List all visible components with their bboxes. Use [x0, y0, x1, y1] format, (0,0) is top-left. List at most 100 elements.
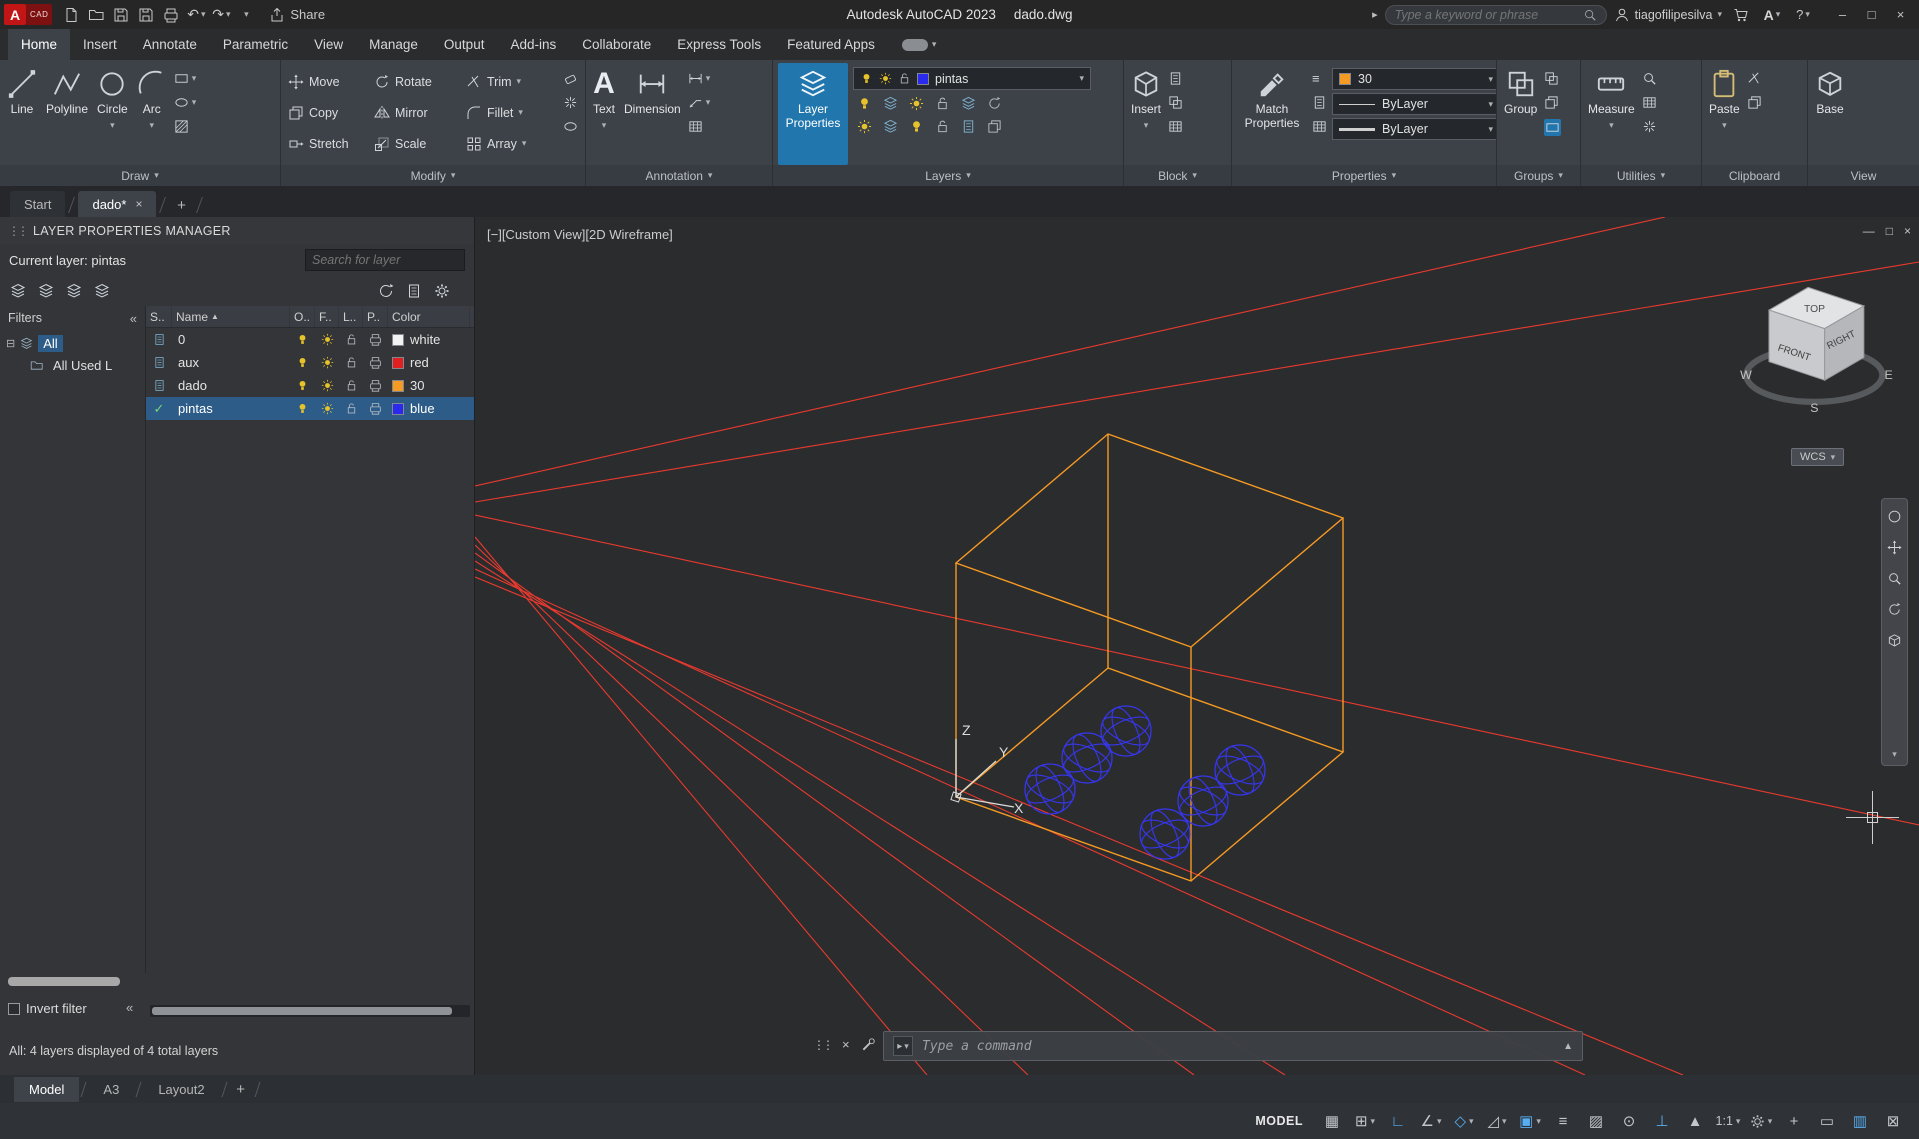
panel-label-groups[interactable]: Groups▾: [1497, 165, 1580, 186]
layer-unisolate-tool[interactable]: [883, 119, 898, 134]
snap-mode-icon[interactable]: ⊞▾: [1351, 1108, 1379, 1134]
layer-row-pintas[interactable]: ✓ pintas blue Co: [146, 397, 474, 420]
close-button[interactable]: ×: [1886, 2, 1915, 28]
ellipse-tool[interactable]: ▾: [174, 95, 197, 110]
collapse-filters-icon[interactable]: «: [126, 1000, 133, 1015]
command-line[interactable]: ▸▾ Type a command ▲: [883, 1031, 1583, 1061]
layer-color-cell[interactable]: white: [388, 332, 470, 347]
collapse-filters-icon[interactable]: «: [130, 311, 137, 326]
wcs-dropdown[interactable]: WCS▾: [1791, 448, 1844, 466]
leader-tool[interactable]: ▾: [688, 95, 711, 110]
layer-merge-tool[interactable]: [987, 119, 1002, 134]
column-color[interactable]: Color: [388, 306, 470, 327]
tab-express-tools[interactable]: Express Tools: [664, 29, 774, 60]
layer-row-0[interactable]: 0 white Co: [146, 328, 474, 351]
layer-plot-icon[interactable]: [363, 402, 388, 415]
tab-output[interactable]: Output: [431, 29, 498, 60]
trim-tool[interactable]: Trim▾: [464, 74, 558, 90]
layer-plot-icon[interactable]: [363, 379, 388, 392]
layout-tab-a3[interactable]: A3: [88, 1077, 134, 1102]
layer-linetype[interactable]: Co: [470, 332, 474, 347]
save-as-button[interactable]: [134, 4, 158, 26]
layer-on-icon[interactable]: [290, 356, 315, 369]
new-layer-button[interactable]: [10, 283, 26, 299]
base-view-tool[interactable]: Base: [1813, 63, 1847, 165]
text-tool[interactable]: AText▾: [591, 63, 617, 165]
quick-select-tool[interactable]: [1642, 71, 1657, 86]
array-tool[interactable]: Array▾: [464, 136, 558, 152]
viewcube[interactable]: W S E TOP FRONT RIGHT: [1727, 275, 1912, 440]
properties-table-tool[interactable]: [1312, 119, 1327, 134]
selection-cycling-icon[interactable]: ⊙: [1615, 1108, 1643, 1134]
add-status-icon[interactable]: +: [1780, 1108, 1808, 1134]
palette-titlebar[interactable]: ⋮⋮LAYER PROPERTIES MANAGER: [0, 217, 474, 244]
column-plot[interactable]: P..: [363, 306, 388, 327]
layer-previous-tool[interactable]: [987, 96, 1002, 111]
save-button[interactable]: [109, 4, 133, 26]
navbar-expand-icon[interactable]: ▾: [1892, 750, 1897, 759]
filter-all[interactable]: ⊟All: [6, 332, 145, 354]
layer-unlock-tool[interactable]: [935, 119, 950, 134]
autodesk-app-button[interactable]: A▾: [1760, 4, 1784, 26]
insert-block-tool[interactable]: Insert▾: [1129, 63, 1163, 165]
isometric-drafting-icon[interactable]: ◇▾: [1450, 1108, 1478, 1134]
column-on[interactable]: O..: [290, 306, 315, 327]
layer-freeze-icon[interactable]: [315, 356, 339, 369]
erase-tool[interactable]: [563, 71, 578, 86]
zoom-icon[interactable]: [1887, 571, 1902, 586]
layer-lock-tool[interactable]: [935, 96, 950, 111]
panel-label-block[interactable]: Block▾: [1124, 165, 1231, 186]
dynamic-ucs-icon[interactable]: ⊥: [1648, 1108, 1676, 1134]
quick-calculator-tool[interactable]: [1642, 95, 1657, 110]
help-menu-button[interactable]: ?▾: [1791, 4, 1815, 26]
open-file-button[interactable]: [84, 4, 108, 26]
object-snap-icon[interactable]: ▣▾: [1516, 1108, 1544, 1134]
filters-scrollbar[interactable]: [8, 977, 120, 986]
tab-insert[interactable]: Insert: [70, 29, 130, 60]
offset-tool[interactable]: [563, 119, 578, 134]
delete-layer-button[interactable]: [66, 283, 82, 299]
layer-linetype[interactable]: Co: [470, 378, 474, 393]
tab-manage[interactable]: Manage: [356, 29, 431, 60]
layer-freeze-icon[interactable]: [315, 402, 339, 415]
layer-states-button[interactable]: [406, 283, 422, 299]
viewport-restore-icon[interactable]: □: [1886, 224, 1893, 238]
layer-linetype[interactable]: Co: [470, 355, 474, 370]
scrollbar-thumb[interactable]: [152, 1007, 452, 1015]
tab-view[interactable]: View: [301, 29, 356, 60]
layer-row-aux[interactable]: aux red Co: [146, 351, 474, 374]
explode-tool[interactable]: [563, 95, 578, 110]
layer-lock-icon[interactable]: [339, 402, 363, 415]
tab-parametric[interactable]: Parametric: [210, 29, 301, 60]
autocad-logo[interactable]: ACAD: [4, 4, 52, 25]
tab-annotate[interactable]: Annotate: [130, 29, 210, 60]
linetype-dropdown[interactable]: ByLayer▾: [1332, 93, 1497, 115]
layer-freeze-icon[interactable]: [315, 333, 339, 346]
layer-on-icon[interactable]: [290, 402, 315, 415]
properties-sheet-tool[interactable]: [1312, 95, 1327, 110]
new-file-button[interactable]: [59, 4, 83, 26]
search-icon[interactable]: [1583, 8, 1597, 22]
layer-lock-icon[interactable]: [339, 379, 363, 392]
mirror-tool[interactable]: Mirror: [372, 105, 464, 121]
grip-dots-icon[interactable]: ⋮⋮: [813, 1038, 831, 1052]
viewport-minimize-icon[interactable]: —: [1863, 224, 1875, 238]
panel-label-utilities[interactable]: Utilities▾: [1581, 165, 1701, 186]
refresh-button[interactable]: [378, 283, 394, 299]
new-drawing-tab-button[interactable]: +: [169, 193, 193, 217]
column-status[interactable]: S..: [146, 306, 172, 327]
search-expand-icon[interactable]: ▸: [1372, 8, 1378, 21]
layer-on-icon[interactable]: [290, 379, 315, 392]
cut-tool[interactable]: [1747, 71, 1762, 86]
transparency-icon[interactable]: ▨: [1582, 1108, 1610, 1134]
table-tool[interactable]: [688, 119, 711, 134]
rotate-tool[interactable]: Rotate: [372, 74, 464, 90]
copy-clip-tool[interactable]: [1747, 95, 1762, 110]
collapse-node-icon[interactable]: ⊟: [6, 337, 15, 350]
layer-linetype[interactable]: Co: [470, 401, 474, 416]
move-tool[interactable]: Move: [286, 74, 372, 90]
layer-control-dropdown[interactable]: pintas ▾: [853, 67, 1091, 90]
help-search-box[interactable]: [1385, 5, 1607, 25]
grid-display-icon[interactable]: ▦: [1318, 1108, 1346, 1134]
dynamic-input-icon[interactable]: ∟: [1384, 1108, 1412, 1134]
